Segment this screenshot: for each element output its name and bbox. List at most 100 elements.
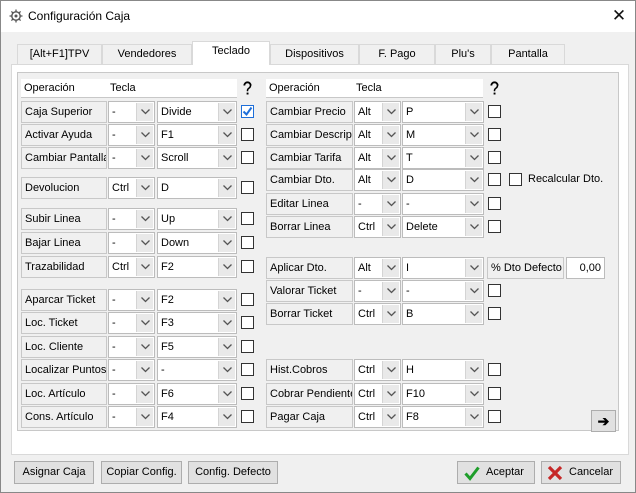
- left-row-10-key-select[interactable]: -: [157, 359, 237, 381]
- left-row-5-checkbox[interactable]: [241, 236, 254, 249]
- left-row-6-modifier-select-value: Ctrl: [112, 261, 130, 273]
- help-icon-right[interactable]: [488, 81, 501, 96]
- left-row-3-modifier-select[interactable]: Ctrl: [108, 177, 155, 199]
- left-row-10-modifier-select[interactable]: -: [108, 359, 155, 381]
- left-row-7-key-select[interactable]: F2: [157, 289, 237, 311]
- tab-f-pago[interactable]: F. Pago: [359, 44, 435, 64]
- left-row-9-key-select[interactable]: F5: [157, 336, 237, 358]
- right-row-5-checkbox[interactable]: [488, 220, 501, 233]
- recalcular-dto-checkbox[interactable]: [509, 173, 522, 186]
- right-row-9-checkbox[interactable]: [488, 363, 501, 376]
- left-row-0-checkbox[interactable]: [241, 105, 254, 118]
- left-row-6-key-select[interactable]: F2: [157, 256, 237, 278]
- left-row-0-key-select[interactable]: Divide: [157, 101, 237, 123]
- left-row-4-key-select[interactable]: Up: [157, 208, 237, 230]
- right-row-0-key-select[interactable]: P: [402, 101, 484, 123]
- right-row-11-modifier-select[interactable]: Ctrl: [354, 406, 401, 428]
- left-row-8-checkbox[interactable]: [241, 316, 254, 329]
- left-row-9-checkbox[interactable]: [241, 340, 254, 353]
- right-row-4-key-select[interactable]: -: [402, 193, 484, 215]
- right-row-6-key-select-value: I: [406, 262, 410, 274]
- help-icon[interactable]: [241, 81, 254, 96]
- left-row-3-checkbox[interactable]: [241, 181, 254, 194]
- left-row-2-modifier-select[interactable]: -: [108, 147, 155, 169]
- tab-tpv[interactable]: [Alt+F1]TPV: [17, 44, 102, 64]
- right-row-9-key-select[interactable]: H: [402, 359, 484, 381]
- left-row-9-modifier-select[interactable]: -: [108, 336, 155, 358]
- left-row-0-modifier-select[interactable]: -: [108, 101, 155, 123]
- right-row-0-checkbox[interactable]: [488, 105, 501, 118]
- right-row-11-key-select[interactable]: F8: [402, 406, 484, 428]
- left-row-6-checkbox[interactable]: [241, 260, 254, 273]
- next-arrow-button[interactable]: ➔: [591, 410, 616, 432]
- aceptar-button[interactable]: Aceptar: [457, 461, 535, 484]
- right-row-11-checkbox[interactable]: [488, 410, 501, 423]
- right-row-7-key-select[interactable]: -: [402, 280, 484, 302]
- left-row-11-modifier-select[interactable]: -: [108, 383, 155, 405]
- right-row-5-modifier-select-chevron-down-icon: [382, 218, 399, 236]
- right-row-1-key-select[interactable]: M: [402, 124, 484, 146]
- right-row-3-modifier-select[interactable]: Alt: [354, 169, 401, 191]
- left-row-10-checkbox[interactable]: [241, 363, 254, 376]
- left-row-6-modifier-select-chevron-down-icon: [136, 258, 153, 276]
- left-row-5-modifier-select[interactable]: -: [108, 232, 155, 254]
- right-row-0-modifier-select[interactable]: Alt: [354, 101, 401, 123]
- right-row-7-modifier-select[interactable]: -: [354, 280, 401, 302]
- tab-plus[interactable]: Plu's: [435, 44, 491, 64]
- left-row-6-modifier-select[interactable]: Ctrl: [108, 256, 155, 278]
- right-row-8-checkbox[interactable]: [488, 307, 501, 320]
- right-row-1-operation-label: Cambiar Descrip.: [266, 124, 353, 146]
- left-row-3-key-select[interactable]: D: [157, 177, 237, 199]
- left-row-12-key-select[interactable]: F4: [157, 406, 237, 428]
- right-row-1-checkbox[interactable]: [488, 128, 501, 141]
- tab-vendedores[interactable]: Vendedores: [102, 44, 192, 64]
- left-row-7-checkbox[interactable]: [241, 293, 254, 306]
- left-row-4-checkbox[interactable]: [241, 212, 254, 225]
- right-row-7-checkbox[interactable]: [488, 284, 501, 297]
- left-row-11-key-select[interactable]: F6: [157, 383, 237, 405]
- copiar-config-button[interactable]: Copiar Config.: [101, 461, 182, 484]
- right-row-9-modifier-select[interactable]: Ctrl: [354, 359, 401, 381]
- dto-defecto-input[interactable]: 0,00: [566, 257, 605, 279]
- tab-pantalla[interactable]: Pantalla: [491, 44, 565, 64]
- left-row-12-modifier-select[interactable]: -: [108, 406, 155, 428]
- right-row-4-checkbox[interactable]: [488, 197, 501, 210]
- config-defecto-button[interactable]: Config. Defecto: [188, 461, 278, 484]
- right-row-5-modifier-select[interactable]: Ctrl: [354, 216, 401, 238]
- right-row-2-modifier-select[interactable]: Alt: [354, 147, 401, 169]
- right-row-10-key-select[interactable]: F10: [402, 383, 484, 405]
- right-row-5-key-select[interactable]: Delete: [402, 216, 484, 238]
- right-row-8-modifier-select[interactable]: Ctrl: [354, 303, 401, 325]
- left-row-4-modifier-select[interactable]: -: [108, 208, 155, 230]
- right-row-8-key-select[interactable]: B: [402, 303, 484, 325]
- right-row-10-checkbox[interactable]: [488, 387, 501, 400]
- right-row-3-checkbox[interactable]: [488, 173, 501, 186]
- right-row-10-modifier-select[interactable]: Ctrl: [354, 383, 401, 405]
- right-row-4-modifier-select[interactable]: -: [354, 193, 401, 215]
- left-row-1-checkbox[interactable]: [241, 128, 254, 141]
- left-row-8-modifier-select[interactable]: -: [108, 312, 155, 334]
- tab-teclado[interactable]: Teclado: [192, 41, 270, 65]
- left-row-7-modifier-select[interactable]: -: [108, 289, 155, 311]
- left-row-1-key-select[interactable]: F1: [157, 124, 237, 146]
- right-row-6-key-select[interactable]: I: [402, 257, 484, 279]
- header-operacion-right: Operación: [266, 79, 353, 98]
- cancelar-button[interactable]: Cancelar: [541, 461, 621, 484]
- left-row-2-key-select[interactable]: Scroll: [157, 147, 237, 169]
- right-row-2-checkbox[interactable]: [488, 151, 501, 164]
- left-row-12-checkbox[interactable]: [241, 410, 254, 423]
- right-row-2-key-select[interactable]: T: [402, 147, 484, 169]
- left-row-1-modifier-select[interactable]: -: [108, 124, 155, 146]
- tab-dispositivos[interactable]: Dispositivos: [270, 44, 359, 64]
- asignar-caja-button[interactable]: Asignar Caja: [14, 461, 94, 484]
- left-row-2-modifier-select-value: -: [112, 152, 116, 164]
- right-row-1-modifier-select[interactable]: Alt: [354, 124, 401, 146]
- left-row-11-checkbox[interactable]: [241, 387, 254, 400]
- left-row-11-operation-label: Loc. Artículo: [21, 383, 107, 405]
- close-button[interactable]: ✕: [605, 3, 633, 29]
- left-row-8-key-select[interactable]: F3: [157, 312, 237, 334]
- right-row-6-modifier-select[interactable]: Alt: [354, 257, 401, 279]
- right-row-3-key-select[interactable]: D: [402, 169, 484, 191]
- left-row-5-key-select[interactable]: Down: [157, 232, 237, 254]
- left-row-2-checkbox[interactable]: [241, 151, 254, 164]
